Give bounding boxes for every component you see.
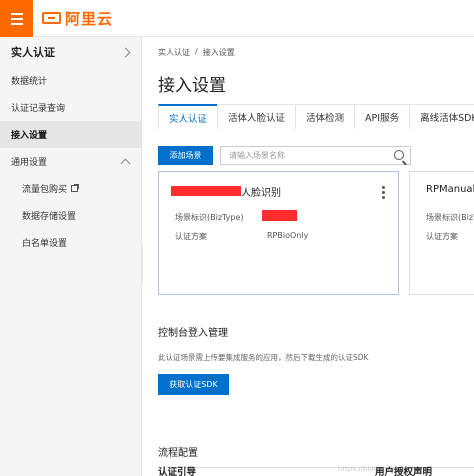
sidebar-item-statistics[interactable]: 数据统计 xyxy=(0,67,141,94)
process-step-authorization[interactable]: 用户授权声明 xyxy=(375,464,432,476)
chevron-right-icon xyxy=(120,47,131,57)
sidebar-item-data-storage[interactable]: 数据存储设置 xyxy=(0,202,141,229)
top-bar: 阿里云 xyxy=(0,0,474,37)
page-title: 接入设置 xyxy=(158,76,226,96)
sidebar-item-access-settings[interactable]: 接入设置 xyxy=(0,121,141,148)
more-options-icon[interactable] xyxy=(382,186,385,199)
search-input[interactable] xyxy=(229,151,389,160)
tab-bar: 实人认证 活体人脸认证 活体检测 API服务 离线活体SDK xyxy=(158,104,474,129)
external-link-icon xyxy=(71,184,80,192)
tab-liveness-detection[interactable]: 活体检测 xyxy=(295,104,356,129)
get-sdk-button[interactable]: 获取认证SDK xyxy=(158,374,229,395)
scene-card-title: RPManual xyxy=(426,184,474,195)
aliyun-logo-mark-icon xyxy=(42,12,61,24)
sidebar-section-title: 实人认证 xyxy=(11,46,55,59)
sidebar-item-record-query[interactable]: 认证记录查询 xyxy=(0,94,141,121)
sidebar-item-traffic-package[interactable]: 流量包购买 xyxy=(0,175,141,202)
redacted-biztype xyxy=(262,210,297,221)
scheme-label: 认证方案 xyxy=(175,232,207,241)
logo-text: 阿里云 xyxy=(65,9,114,28)
add-scene-button[interactable]: 添加场景 xyxy=(158,146,213,165)
search-box xyxy=(220,146,411,165)
scene-card[interactable]: 人脸识别 场景标识(BizType) 认证方案 RPBioOnly xyxy=(158,171,399,295)
scene-card[interactable]: RPManual 场景标识(BizType) 认证方案 xyxy=(409,171,474,295)
search-icon[interactable] xyxy=(394,150,404,160)
console-login-title: 控制台登入管理 xyxy=(158,328,228,339)
tab-api-service[interactable]: API服务 xyxy=(354,104,411,129)
sidebar-item-whitelist[interactable]: 白名单设置 xyxy=(0,229,141,256)
scheme-label: 认证方案 xyxy=(426,232,458,241)
console-login-description: 此认证场景需上传要集成服务的应用，然后下载生成的认证SDK xyxy=(158,353,369,362)
scene-card-title: 人脸识别 xyxy=(241,188,281,199)
process-step-guide[interactable]: 认证引导 xyxy=(158,464,196,476)
aliyun-logo[interactable]: 阿里云 xyxy=(42,8,113,28)
biztype-label: 场景标识(BizType) xyxy=(175,213,244,222)
sidebar-group-label: 通用设置 xyxy=(11,158,48,168)
sidebar: 实人认证 数据统计 认证记录查询 接入设置 通用设置 流量包购买 数据存储设置 … xyxy=(0,37,142,476)
process-config-title: 流程配置 xyxy=(158,448,198,459)
main-content: 实人认证 / 接入设置 接入设置 实人认证 活体人脸认证 活体检测 API服务 … xyxy=(143,37,474,476)
tab-liveness-face-auth[interactable]: 活体人脸认证 xyxy=(217,104,297,129)
biztype-label: 场景标识(BizType) xyxy=(426,213,474,222)
sidebar-section-header[interactable]: 实人认证 xyxy=(0,37,141,67)
breadcrumb-current: 接入设置 xyxy=(202,48,235,57)
tab-offline-liveness-sdk[interactable]: 离线活体SDK xyxy=(409,104,474,129)
tab-real-person-auth[interactable]: 实人认证 xyxy=(158,104,219,129)
hamburger-menu-icon[interactable] xyxy=(0,0,33,37)
sidebar-group-general-settings[interactable]: 通用设置 xyxy=(0,148,141,175)
sidebar-item-label: 流量包购买 xyxy=(22,185,68,195)
scheme-value: RPBioOnly xyxy=(267,231,309,240)
chevron-up-icon xyxy=(120,158,131,169)
redacted-block xyxy=(171,186,241,196)
breadcrumb-root[interactable]: 实人认证 xyxy=(158,47,190,58)
breadcrumb: 实人认证 / 接入设置 xyxy=(158,47,235,58)
breadcrumb-separator: / xyxy=(195,47,198,56)
